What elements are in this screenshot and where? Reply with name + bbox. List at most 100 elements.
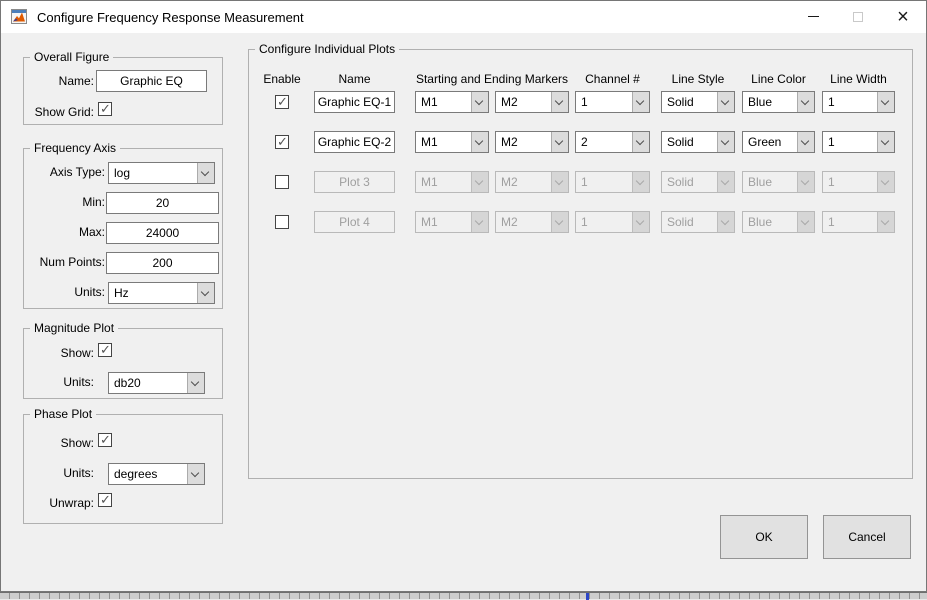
chevron-down-icon <box>717 172 734 192</box>
plot-2-name-input[interactable]: Graphic EQ-2 <box>314 131 395 153</box>
plot-2-line-width-dropdown[interactable]: 1 <box>822 131 895 153</box>
dialog-window: Configure Frequency Response Measurement… <box>0 0 927 592</box>
window-title: Configure Frequency Response Measurement <box>37 10 304 25</box>
plot-1-line-width-dropdown[interactable]: 1 <box>822 91 895 113</box>
column-header-line-width: Line Width <box>822 72 895 86</box>
chevron-down-icon <box>551 92 568 112</box>
chevron-down-icon <box>471 212 488 232</box>
chevron-down-icon <box>632 92 649 112</box>
individual-plots-group: Configure Individual Plots Enable Name S… <box>248 49 913 479</box>
plot-3-name-input: Plot 3 <box>314 171 395 193</box>
chevron-down-icon <box>797 132 814 152</box>
chevron-down-icon <box>632 132 649 152</box>
chevron-down-icon <box>551 132 568 152</box>
plot-2-line-color-dropdown[interactable]: Green <box>742 131 815 153</box>
chevron-down-icon <box>471 92 488 112</box>
chevron-down-icon <box>197 283 214 303</box>
plot-3-enable-checkbox[interactable] <box>275 175 289 189</box>
num-points-input[interactable]: 200 <box>106 252 219 274</box>
chevron-down-icon <box>471 132 488 152</box>
freq-max-label: Max: <box>24 225 105 239</box>
freq-min-input[interactable]: 20 <box>106 192 219 214</box>
matlab-icon <box>11 9 27 24</box>
individual-plots-legend: Configure Individual Plots <box>255 42 399 56</box>
column-header-markers: Starting and Ending Markers <box>409 72 575 86</box>
show-grid-checkbox[interactable] <box>98 102 112 116</box>
chevron-down-icon <box>187 373 204 393</box>
chevron-down-icon <box>797 172 814 192</box>
magnitude-plot-legend: Magnitude Plot <box>30 321 118 335</box>
column-header-line-style: Line Style <box>661 72 735 86</box>
chevron-down-icon <box>632 172 649 192</box>
plot-1-end-marker-dropdown[interactable]: M2 <box>495 91 569 113</box>
plot-4-channel-dropdown: 1 <box>575 211 650 233</box>
phase-show-checkbox[interactable] <box>98 433 112 447</box>
chevron-down-icon <box>877 92 894 112</box>
plot-1-channel-dropdown[interactable]: 1 <box>575 91 650 113</box>
plot-1-start-marker-dropdown[interactable]: M1 <box>415 91 489 113</box>
freq-units-dropdown[interactable]: Hz <box>108 282 215 304</box>
magnitude-show-label: Show: <box>24 346 94 360</box>
minimize-button[interactable] <box>790 1 836 32</box>
ok-button[interactable]: OK <box>720 515 808 559</box>
chevron-down-icon <box>877 132 894 152</box>
magnitude-units-dropdown[interactable]: db20 <box>108 372 205 394</box>
titlebar: Configure Frequency Response Measurement… <box>1 1 926 33</box>
plot-4-line-color-dropdown: Blue <box>742 211 815 233</box>
chevron-down-icon <box>717 212 734 232</box>
plot-1-line-style-dropdown[interactable]: Solid <box>661 91 735 113</box>
column-header-channel: Channel # <box>575 72 650 86</box>
plot-1-enable-checkbox[interactable] <box>275 95 289 109</box>
column-header-name: Name <box>314 72 395 86</box>
column-header-line-color: Line Color <box>742 72 815 86</box>
minimize-icon <box>808 16 819 17</box>
chevron-down-icon <box>551 172 568 192</box>
plot-2-end-marker-dropdown[interactable]: M2 <box>495 131 569 153</box>
chevron-down-icon <box>717 132 734 152</box>
phase-plot-group: Phase Plot Show: Units: degrees Unwrap: <box>23 414 223 524</box>
plot-4-line-width-dropdown: 1 <box>822 211 895 233</box>
chevron-down-icon <box>797 92 814 112</box>
plot-2-enable-checkbox[interactable] <box>275 135 289 149</box>
close-button[interactable]: × <box>880 1 926 32</box>
plot-4-name-input: Plot 4 <box>314 211 395 233</box>
plot-3-end-marker-dropdown: M2 <box>495 171 569 193</box>
figure-name-input[interactable]: Graphic EQ <box>96 70 207 92</box>
plot-2-line-style-dropdown[interactable]: Solid <box>661 131 735 153</box>
plot-1-name-input[interactable]: Graphic EQ-1 <box>314 91 395 113</box>
plot-3-start-marker-dropdown: M1 <box>415 171 489 193</box>
axis-type-label: Axis Type: <box>24 165 105 179</box>
chevron-down-icon <box>471 172 488 192</box>
frequency-axis-legend: Frequency Axis <box>30 141 120 155</box>
cancel-button[interactable]: Cancel <box>823 515 911 559</box>
phase-plot-legend: Phase Plot <box>30 407 96 421</box>
plot-3-line-style-dropdown: Solid <box>661 171 735 193</box>
plot-2-start-marker-dropdown[interactable]: M1 <box>415 131 489 153</box>
plot-1-line-color-dropdown[interactable]: Blue <box>742 91 815 113</box>
chevron-down-icon <box>632 212 649 232</box>
phase-unwrap-checkbox[interactable] <box>98 493 112 507</box>
overall-figure-group: Overall Figure Name: Graphic EQ Show Gri… <box>23 57 223 125</box>
plot-2-channel-dropdown[interactable]: 2 <box>575 131 650 153</box>
axis-type-dropdown[interactable]: log <box>108 162 215 184</box>
close-icon: × <box>897 3 909 31</box>
plot-3-channel-dropdown: 1 <box>575 171 650 193</box>
background-ruler-strip <box>0 592 927 599</box>
chevron-down-icon <box>187 464 204 484</box>
plot-3-line-width-dropdown: 1 <box>822 171 895 193</box>
phase-show-label: Show: <box>24 436 94 450</box>
freq-max-input[interactable]: 24000 <box>106 222 219 244</box>
phase-units-label: Units: <box>24 466 94 480</box>
column-header-enable: Enable <box>252 72 312 86</box>
plot-4-end-marker-dropdown: M2 <box>495 211 569 233</box>
magnitude-show-checkbox[interactable] <box>98 343 112 357</box>
magnitude-plot-group: Magnitude Plot Show: Units: db20 <box>23 328 223 399</box>
phase-units-dropdown[interactable]: degrees <box>108 463 205 485</box>
maximize-button[interactable] <box>835 1 881 32</box>
overall-figure-legend: Overall Figure <box>30 50 113 64</box>
frequency-axis-group: Frequency Axis Axis Type: log Min: 20 Ma… <box>23 148 223 309</box>
freq-units-label: Units: <box>24 285 105 299</box>
num-points-label: Num Points: <box>24 255 105 269</box>
plot-4-enable-checkbox[interactable] <box>275 215 289 229</box>
chevron-down-icon <box>877 212 894 232</box>
